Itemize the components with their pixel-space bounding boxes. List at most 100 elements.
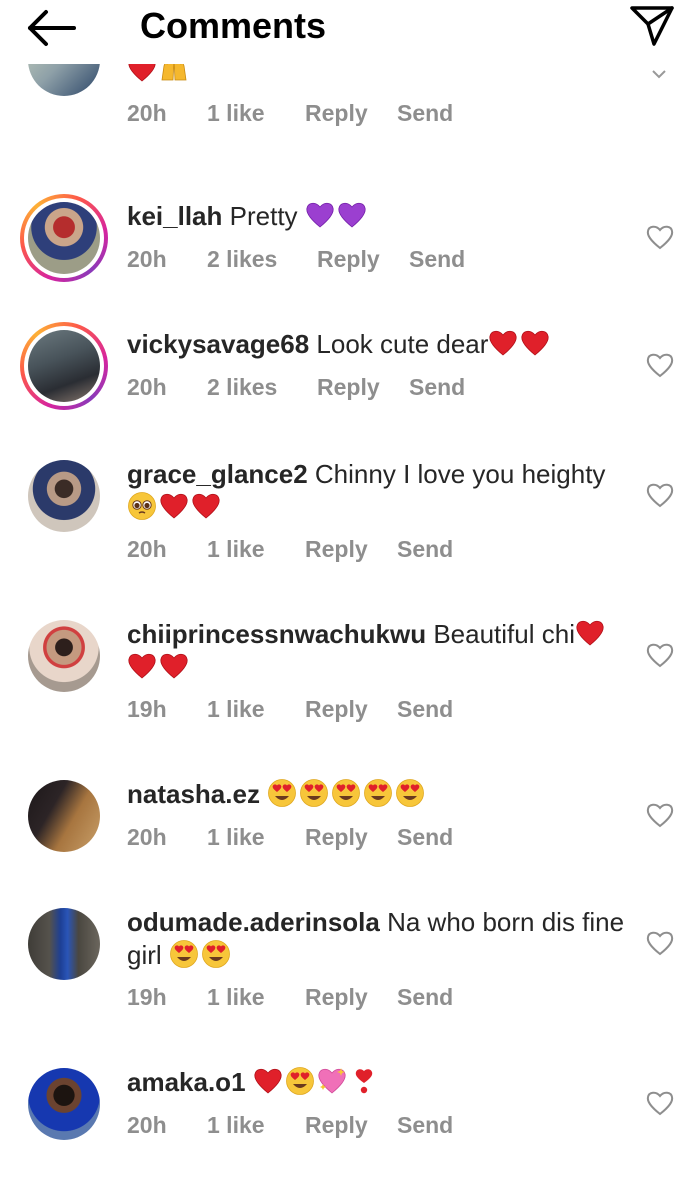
likes-count[interactable]: 2 likes: [207, 244, 317, 274]
comment-text: kei_llah Pretty: [127, 200, 627, 233]
red-heart-icon: [127, 651, 157, 681]
comment-time: 20h: [127, 100, 167, 126]
like-button[interactable]: [646, 642, 674, 668]
comment-text: amaka.o1: [127, 1066, 627, 1099]
comment-username[interactable]: kei_llah: [127, 201, 222, 231]
avatar-photo: [28, 908, 100, 980]
comment-time: 20h: [127, 824, 167, 850]
comment-meta: 20h 2 likes Reply Send: [127, 244, 465, 274]
likes-count[interactable]: 2 likes: [207, 372, 317, 402]
avatar[interactable]: [20, 900, 108, 988]
exclamation-heart-icon: [349, 1066, 379, 1096]
red-heart-icon: [159, 491, 189, 521]
comment-meta: 20h 2 likes Reply Send: [127, 372, 465, 402]
send-button[interactable]: Send: [397, 694, 453, 724]
like-button[interactable]: [646, 224, 674, 250]
avatar-photo: [28, 64, 100, 96]
comment-meta: 19h 1 like Reply Send: [127, 982, 453, 1012]
comment-text: odumade.aderinsola Na who born dis fine …: [127, 906, 627, 972]
comment-item: chiiprincessnwachukwu Beautiful chi 19h 1…: [0, 612, 697, 762]
avatar[interactable]: [20, 612, 108, 700]
heart-outline-icon: [646, 803, 674, 828]
comment-meta: 20h 1 like Reply Send: [127, 534, 453, 564]
heart-outline-icon: [646, 643, 674, 668]
avatar-story-ring[interactable]: [20, 194, 108, 282]
comment-item: kei_llah Pretty 20h 2 likes Reply Send: [0, 194, 697, 304]
heart-eyes-icon: [285, 1066, 315, 1096]
share-button[interactable]: [626, 0, 678, 48]
emoji-group: [169, 940, 233, 970]
avatar-photo: [28, 202, 100, 274]
avatar-photo: [28, 330, 100, 402]
heart-eyes-icon: [299, 778, 329, 808]
reply-button[interactable]: Reply: [317, 244, 409, 274]
heart-eyes-icon: [331, 778, 361, 808]
reply-button[interactable]: Reply: [305, 822, 397, 852]
send-button[interactable]: Send: [409, 244, 465, 274]
back-arrow-icon: [28, 10, 76, 46]
avatar-photo: [28, 460, 100, 532]
comment-body: Pretty: [229, 201, 298, 231]
send-button[interactable]: Send: [397, 822, 453, 852]
likes-count[interactable]: 1 like: [207, 822, 305, 852]
avatar[interactable]: [20, 452, 108, 540]
like-button[interactable]: [646, 802, 674, 828]
likes-count[interactable]: 1 like: [207, 98, 305, 128]
send-button[interactable]: Send: [397, 982, 453, 1012]
header-bar: Comments: [0, 0, 697, 64]
reply-button[interactable]: Reply: [305, 982, 397, 1012]
back-button[interactable]: [24, 6, 80, 50]
comment-username[interactable]: chiiprincessnwachukwu: [127, 619, 426, 649]
emoji-group: [127, 492, 223, 522]
emoji-group: [253, 1067, 381, 1097]
heart-outline-icon: [646, 353, 674, 378]
comment-meta: 20h 1 like Reply Send: [127, 98, 453, 128]
likes-count[interactable]: 1 like: [207, 534, 305, 564]
comments-list[interactable]: 20h 1 like Reply Send kei_llah Pretty 20h 2 …: [0, 64, 697, 1184]
likes-count[interactable]: 1 like: [207, 694, 305, 724]
purple-heart-icon: [305, 200, 335, 230]
page-title: Comments: [140, 5, 327, 46]
reply-button[interactable]: Reply: [305, 534, 397, 564]
red-heart-icon: [159, 651, 189, 681]
pleading-face-icon: [127, 491, 157, 521]
comment-time: 19h: [127, 984, 167, 1010]
comment-item: vickysavage68 Look cute dear 20h 2 likes R…: [0, 322, 697, 432]
send-button[interactable]: Send: [409, 372, 465, 402]
reply-button[interactable]: Reply: [305, 98, 397, 128]
like-button[interactable]: [646, 1090, 674, 1116]
red-heart-icon: [127, 64, 157, 84]
send-button[interactable]: Send: [397, 1110, 453, 1140]
heart-eyes-icon: [363, 778, 393, 808]
heart-eyes-icon: [267, 778, 297, 808]
likes-count[interactable]: 1 like: [207, 1110, 305, 1140]
comment-text: natasha.ez: [127, 778, 627, 811]
likes-count[interactable]: 1 like: [207, 982, 305, 1012]
avatar[interactable]: [20, 1060, 108, 1148]
like-button[interactable]: [646, 352, 674, 378]
comment-text: grace_glance2 Chinny I love you heighty: [127, 458, 627, 524]
comment-username[interactable]: amaka.o1: [127, 1067, 246, 1097]
avatar-story-ring[interactable]: [20, 322, 108, 410]
avatar[interactable]: [20, 772, 108, 860]
comment-body: Chinny I love you heighty: [314, 459, 606, 489]
heart-outline-icon: [646, 483, 674, 508]
comment-username[interactable]: vickysavage68: [127, 329, 309, 359]
reply-button[interactable]: Reply: [305, 1110, 397, 1140]
like-button[interactable]: [646, 930, 674, 956]
emoji-group: [488, 329, 552, 359]
reply-button[interactable]: Reply: [305, 694, 397, 724]
heart-outline-icon: [646, 931, 674, 956]
comment-username[interactable]: odumade.aderinsola: [127, 907, 380, 937]
comment-body: Beautiful chi: [433, 619, 575, 649]
comment-item: amaka.o1 20h 1 like Reply Send: [0, 1060, 697, 1170]
reply-button[interactable]: Reply: [317, 372, 409, 402]
comment-username[interactable]: grace_glance2: [127, 459, 308, 489]
like-button[interactable]: [646, 482, 674, 508]
red-heart-icon: [488, 328, 518, 358]
avatar[interactable]: [20, 64, 108, 104]
send-button[interactable]: Send: [397, 98, 453, 128]
comment-body: Look cute dear: [316, 329, 489, 359]
send-button[interactable]: Send: [397, 534, 453, 564]
comment-username[interactable]: natasha.ez: [127, 779, 260, 809]
